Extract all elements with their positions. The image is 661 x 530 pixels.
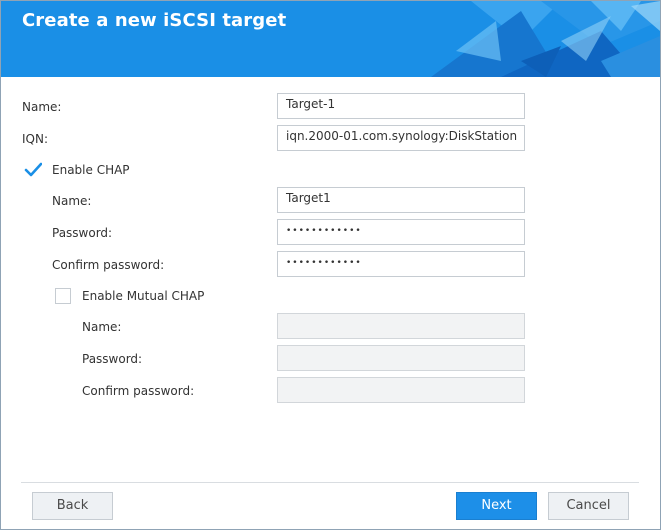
create-iscsi-target-dialog: Create a new iSCSI target Name: Target-1… (0, 0, 661, 530)
target-name-label: Name: (22, 100, 62, 114)
chap-confirm-password-input[interactable]: •••••••••••• (277, 251, 525, 277)
mutual-chap-name-label: Name: (82, 320, 122, 334)
iqn-label: IQN: (22, 132, 49, 146)
footer-divider (21, 482, 639, 483)
mutual-chap-name-input[interactable] (277, 313, 525, 339)
mutual-chap-password-input[interactable] (277, 345, 525, 371)
back-button[interactable]: Back (32, 492, 113, 520)
enable-mutual-chap-checkbox[interactable] (55, 288, 71, 304)
dialog-title: Create a new iSCSI target (22, 10, 287, 31)
cancel-button[interactable]: Cancel (548, 492, 629, 520)
mutual-chap-password-label: Password: (82, 352, 143, 366)
chap-password-input[interactable]: •••••••••••• (277, 219, 525, 245)
enable-chap-checkbox[interactable] (24, 162, 42, 178)
chap-confirm-password-label: Confirm password: (52, 258, 165, 272)
chap-password-label: Password: (52, 226, 113, 240)
mutual-chap-confirm-password-label: Confirm password: (82, 384, 195, 398)
iqn-input[interactable]: iqn.2000-01.com.synology:DiskStation (277, 125, 525, 151)
checkmark-icon (24, 162, 42, 177)
enable-mutual-chap-label[interactable]: Enable Mutual CHAP (82, 289, 204, 303)
next-button[interactable]: Next (456, 492, 537, 520)
enable-chap-label[interactable]: Enable CHAP (52, 163, 130, 177)
target-name-input[interactable]: Target-1 (277, 93, 525, 119)
mutual-chap-confirm-password-input[interactable] (277, 377, 525, 403)
chap-name-input[interactable]: Target1 (277, 187, 525, 213)
dialog-header: Create a new iSCSI target (1, 1, 660, 77)
chap-name-label: Name: (52, 194, 92, 208)
